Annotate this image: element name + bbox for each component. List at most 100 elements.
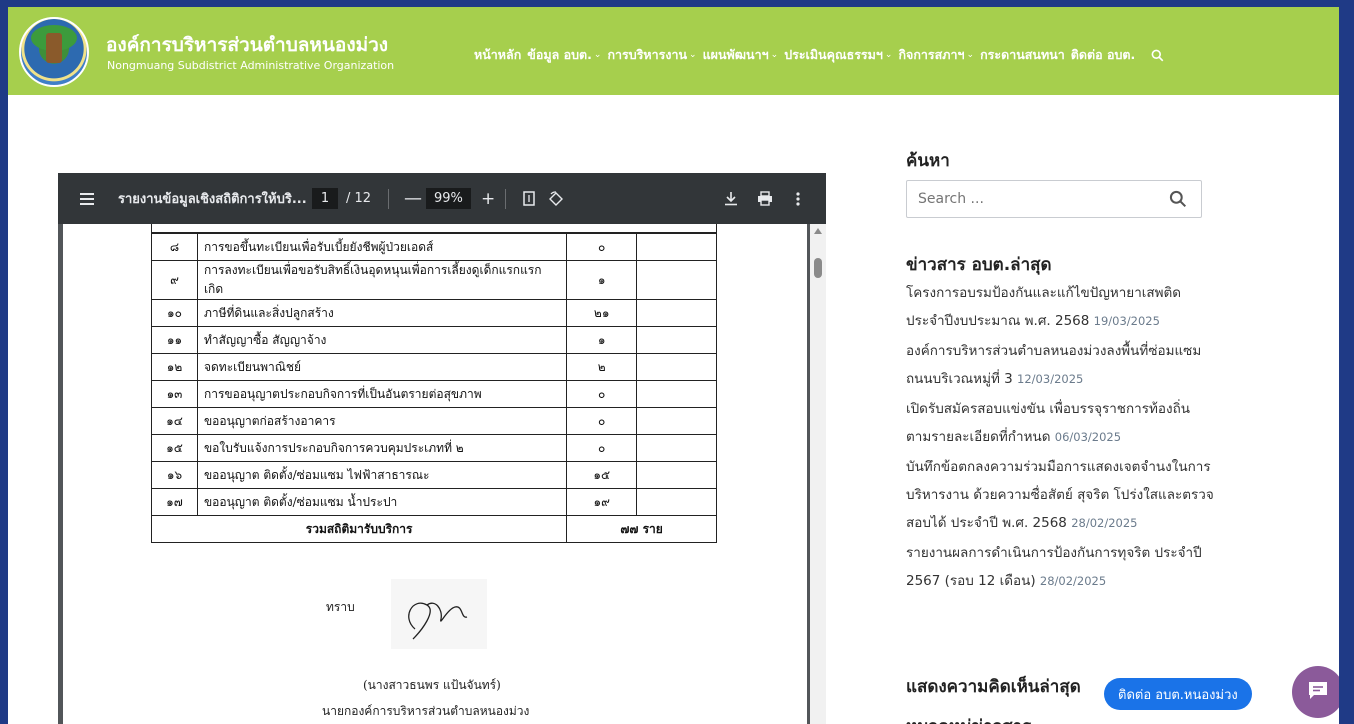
nav-item-council[interactable]: กิจการสภาฯ ⌄	[898, 45, 974, 65]
pdf-content-area[interactable]: ๘การขอขึ้นทะเบียนเพื่อรับเบี้ยยังชีพผู้ป…	[58, 224, 826, 724]
nav-label: กระดานสนทนา	[980, 47, 1065, 62]
site-header: องค์การบริหารส่วนตำบลหนองม่วง Nongmuang …	[8, 7, 1339, 95]
row-number: ๑๕	[151, 434, 198, 462]
news-title[interactable]: เปิดรับสมัครสอบแข่งขัน เพื่อบรรจุราชการท…	[906, 401, 1190, 445]
chevron-down-icon: ⌄	[593, 50, 602, 60]
scroll-thumb[interactable]	[814, 258, 822, 278]
chat-button[interactable]	[1292, 666, 1339, 718]
news-item[interactable]: บันทึกข้อตกลงความร่วมมือการแสดงเจตจำนงใน…	[906, 453, 1216, 537]
service-name: จดทะเบียนพาณิชย์	[196, 353, 568, 381]
more-vert-icon[interactable]	[796, 173, 800, 224]
news-item[interactable]: รายงานผลการดำเนินการป้องกันการทุจริต ประ…	[906, 539, 1216, 595]
rotate-icon[interactable]	[548, 173, 564, 224]
nav-item-development-plan[interactable]: แผนพัฒนาฯ ⌄	[703, 45, 779, 65]
news-item[interactable]: โครงการอบรมป้องกันและแก้ไขปัญหายาเสพติด …	[906, 279, 1216, 335]
table-row: ๑๒ จดทะเบียนพาณิชย์๒	[151, 353, 717, 381]
service-count: ๒	[566, 353, 638, 381]
pdf-scrollbar[interactable]	[810, 224, 826, 724]
service-count: ๑	[566, 326, 638, 354]
nav-label: ประเมินคุณธรรมฯ	[784, 47, 883, 62]
search-input[interactable]	[908, 182, 1148, 216]
service-name: การขออนุญาตประกอบกิจการที่เป็นอันตรายต่อ…	[196, 380, 568, 408]
table-row: ๑๔ ขออนุญาตก่อสร้างอาคาร๐	[151, 407, 717, 435]
nav-label: แผนพัฒนาฯ	[702, 47, 769, 62]
nav-label: การบริหารงาน	[607, 47, 688, 62]
service-name: ภาษีที่ดินและสิ่งปลูกสร้าง	[196, 299, 568, 327]
total-label: รวมสถิติมารับบริการ	[150, 515, 568, 543]
browser-frame: องค์การบริหารส่วนตำบลหนองม่วง Nongmuang …	[8, 7, 1339, 724]
service-count: ๑	[566, 260, 638, 300]
search-icon[interactable]	[1169, 190, 1187, 208]
zoom-in-button[interactable]: +	[481, 173, 495, 224]
service-count: ๐	[566, 407, 638, 435]
main-nav: หน้าหลัก ข้อมูล อบต. ⌄ การบริหารงาน ⌄ แผนพ…	[474, 45, 1164, 65]
pdf-viewer: รายงานข้อมูลเชิงสถิติการให้บริ... 1 / 12…	[58, 173, 826, 724]
service-name: ขออนุญาต ติดตั้ง/ซ่อมแซม ไฟฟ้าสาธารณะ	[196, 461, 568, 489]
news-item[interactable]: องค์การบริหารส่วนตำบลหนองม่วงลงพื้นที่ซ่…	[906, 337, 1216, 393]
unit-cell	[636, 488, 717, 516]
unit-cell	[636, 326, 717, 354]
signer-position: นายกองค์การบริหารส่วนตำบลหนองม่วง	[322, 704, 530, 718]
nav-label: หน้าหลัก	[474, 47, 522, 62]
acknowledged-label: ทราบ	[326, 600, 355, 614]
unit-cell	[636, 353, 717, 381]
table-row: ๑๓ การขออนุญาตประกอบกิจการที่เป็นอันตรายต…	[151, 380, 717, 408]
table-row: ๑๗ ขออนุญาต ติดตั้ง/ซ่อมแซม น้ำประปา ๑๙	[151, 488, 717, 516]
page-number-field[interactable]: 1 / 12	[312, 173, 371, 224]
nav-item-info[interactable]: ข้อมูล อบต. ⌄	[527, 45, 601, 65]
categories-heading: หมวดหมู่ข่าวสาร	[906, 713, 1031, 724]
chevron-down-icon: ⌄	[689, 50, 697, 60]
site-subtitle: Nongmuang Subdistrict Administrative Org…	[107, 59, 395, 72]
logo-tree-trunk	[46, 33, 62, 63]
nav-item-home[interactable]: หน้าหลัก	[474, 45, 521, 65]
table-total-row: รวมสถิติมารับบริการ ๗๗ ราย	[150, 515, 717, 543]
service-name: ขออนุญาตก่อสร้างอาคาร	[196, 407, 568, 435]
unit-cell	[636, 299, 717, 327]
service-name: การลงทะเบียนเพื่อขอรับสิทธิ์เงินอุดหนุนเ…	[196, 260, 568, 300]
fit-page-icon[interactable]	[523, 173, 535, 224]
news-title[interactable]: บันทึกข้อตกลงความร่วมมือการแสดงเจตจำนงใน…	[906, 459, 1214, 531]
table-row: ๑๖ ขออนุญาต ติดตั้ง/ซ่อมแซม ไฟฟ้าสาธารณะ๑…	[151, 461, 717, 489]
total-value: ๗๗ ราย	[566, 515, 717, 543]
news-date: 06/03/2025	[1054, 430, 1122, 444]
site-logo[interactable]	[19, 17, 89, 87]
pdf-document-title: รายงานข้อมูลเชิงสถิติการให้บริ...	[118, 192, 307, 207]
news-date: 19/03/2025	[1093, 314, 1160, 328]
nav-search-icon[interactable]	[1151, 45, 1164, 65]
contact-chat-label[interactable]: ติดต่อ อบต.หนองม่วง	[1104, 678, 1252, 710]
row-number: ๑๖	[151, 461, 198, 489]
chevron-down-icon: ⌄	[884, 50, 893, 60]
signature-image	[391, 579, 487, 649]
service-count: ๒๑	[566, 299, 638, 327]
row-number: ๑๑	[151, 326, 198, 354]
row-number: ๑๓	[151, 380, 198, 408]
zoom-field[interactable]: 99%	[426, 173, 471, 224]
row-number: ๙	[151, 260, 198, 300]
row-number: ๑๔	[151, 407, 198, 435]
zoom-value[interactable]: 99%	[426, 188, 471, 209]
service-count: ๐	[566, 380, 638, 408]
row-number: ๑๒	[151, 353, 198, 381]
zoom-out-button[interactable]: —	[404, 173, 422, 224]
chevron-down-icon: ⌄	[770, 50, 779, 60]
site-title[interactable]: องค์การบริหารส่วนตำบลหนองม่วง	[106, 30, 388, 60]
table-row: ๑๑ ทำสัญญาซื้อ สัญญาจ้าง๑	[151, 326, 717, 354]
row-number: ๑๐	[151, 299, 198, 327]
service-name: ทำสัญญาซื้อ สัญญาจ้าง	[196, 326, 568, 354]
scroll-up-arrow-icon[interactable]	[814, 228, 822, 234]
toolbar-divider	[388, 189, 389, 209]
nav-label: ข้อมูล อบต.	[527, 47, 592, 62]
hamburger-icon[interactable]	[80, 173, 94, 224]
nav-item-contact[interactable]: ติดต่อ อบต.	[1071, 45, 1136, 65]
nav-item-integrity[interactable]: ประเมินคุณธรรมฯ ⌄	[784, 45, 892, 65]
service-name: ขออนุญาต ติดตั้ง/ซ่อมแซม น้ำประปา	[196, 488, 568, 516]
row-number: ๑๗	[151, 488, 198, 516]
news-item[interactable]: เปิดรับสมัครสอบแข่งขัน เพื่อบรรจุราชการท…	[906, 395, 1216, 451]
page-current[interactable]: 1	[312, 188, 338, 209]
download-icon[interactable]	[724, 173, 738, 224]
service-name: การขอขึ้นทะเบียนเพื่อรับเบี้ยยังชีพผู้ป่…	[196, 233, 568, 261]
unit-cell	[636, 461, 717, 489]
nav-item-forum[interactable]: กระดานสนทนา	[980, 45, 1065, 65]
nav-item-administration[interactable]: การบริหารงาน ⌄	[607, 45, 696, 65]
print-icon[interactable]	[757, 173, 773, 224]
